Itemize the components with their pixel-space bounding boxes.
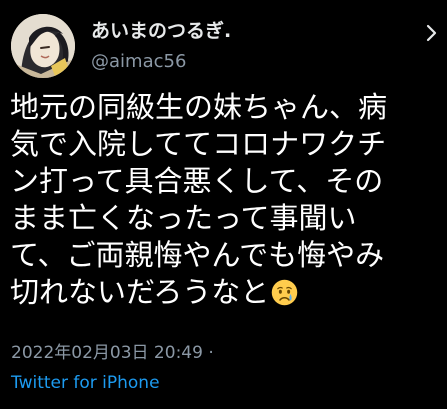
more-options-icon[interactable] (421, 22, 443, 44)
avatar[interactable] (11, 14, 75, 78)
avatar-illustration (11, 14, 75, 78)
tweet-body-line: 地元の同級生の妹ちゃん、病 (10, 90, 388, 124)
tweet-timestamp[interactable]: 2022年02月03日 20:49 · (11, 341, 214, 365)
display-name[interactable]: あいまのつるぎ. (91, 18, 231, 44)
tweet-source-link[interactable]: Twitter for iPhone (11, 371, 160, 395)
crying-face-icon (272, 279, 298, 306)
user-handle[interactable]: @aimac56 (91, 50, 186, 74)
tweet-body-last-line: 切れないだろうなと (10, 274, 440, 311)
tweet-body: 地元の同級生の妹ちゃん、病 気で入院しててコロナワクチ ン打って具合悪くして、そ… (10, 89, 440, 311)
tweet-body-line: て、ご両親悔やんでも悔やみ (10, 238, 385, 272)
tweet-body-line: まま亡くなったって事聞い (10, 201, 357, 235)
tweet-body-line: 気で入院しててコロナワクチ (10, 127, 387, 161)
tweet-body-line-text: 切れないだろうなと (10, 275, 270, 309)
tweet-body-line: ン打って具合悪くして、その (10, 164, 384, 198)
tweet-card: あいまのつるぎ. @aimac56 地元の同級生の妹ちゃん、病 気で入院しててコ… (0, 0, 447, 409)
